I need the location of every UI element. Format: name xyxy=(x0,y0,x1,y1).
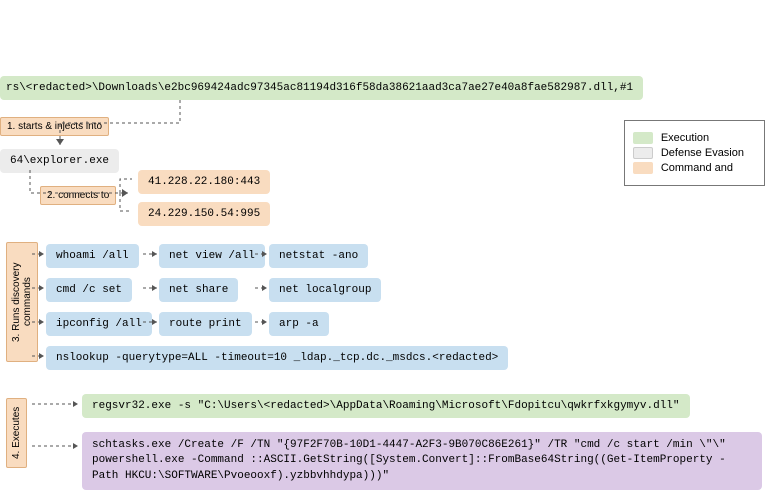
disc-arp: arp -a xyxy=(269,312,329,336)
disc-netview: net view /all xyxy=(159,244,265,268)
legend-exec-label: Execution xyxy=(661,132,709,144)
initial-dll-node: rs\<redacted>\Downloads\e2bc969424adc973… xyxy=(0,76,643,100)
disc-nslookup: nslookup -querytype=ALL -timeout=10 _lda… xyxy=(46,346,508,370)
disc-netshare: net share xyxy=(159,278,238,302)
disc-netstat: netstat -ano xyxy=(269,244,368,268)
label-executes: 4. Executes xyxy=(6,398,27,468)
legend-c2-label: Command and xyxy=(661,162,733,174)
disc-netlocal: net localgroup xyxy=(269,278,381,302)
exec-connectors xyxy=(30,394,90,474)
label-discovery: 3. Runs discovery commands xyxy=(6,242,38,362)
schtasks-node: schtasks.exe /Create /F /TN "{97F2F70B-1… xyxy=(82,432,762,490)
c2-ip-2: 24.229.150.54:995 xyxy=(138,202,270,226)
explorer-node: 64\explorer.exe xyxy=(0,149,119,173)
label-connects: 2. connects to xyxy=(40,186,116,205)
swatch-c2 xyxy=(633,162,653,174)
legend-defev: Defense Evasion xyxy=(633,147,744,159)
swatch-defev xyxy=(633,147,653,159)
swatch-exec xyxy=(633,132,653,144)
disc-cmdset: cmd /c set xyxy=(46,278,132,302)
legend: Execution Defense Evasion Command and xyxy=(624,120,765,186)
disc-whoami: whoami /all xyxy=(46,244,139,268)
c2-ip-1: 41.228.22.180:443 xyxy=(138,170,270,194)
legend-exec: Execution xyxy=(633,132,744,144)
legend-defev-label: Defense Evasion xyxy=(661,147,744,159)
label-inject: 1. starts & injects into xyxy=(0,117,109,136)
disc-ipconfig: ipconfig /all xyxy=(46,312,152,336)
legend-c2: Command and xyxy=(633,162,744,174)
disc-route: route print xyxy=(159,312,252,336)
regsvr-node: regsvr32.exe -s "C:\Users\<redacted>\App… xyxy=(82,394,690,418)
